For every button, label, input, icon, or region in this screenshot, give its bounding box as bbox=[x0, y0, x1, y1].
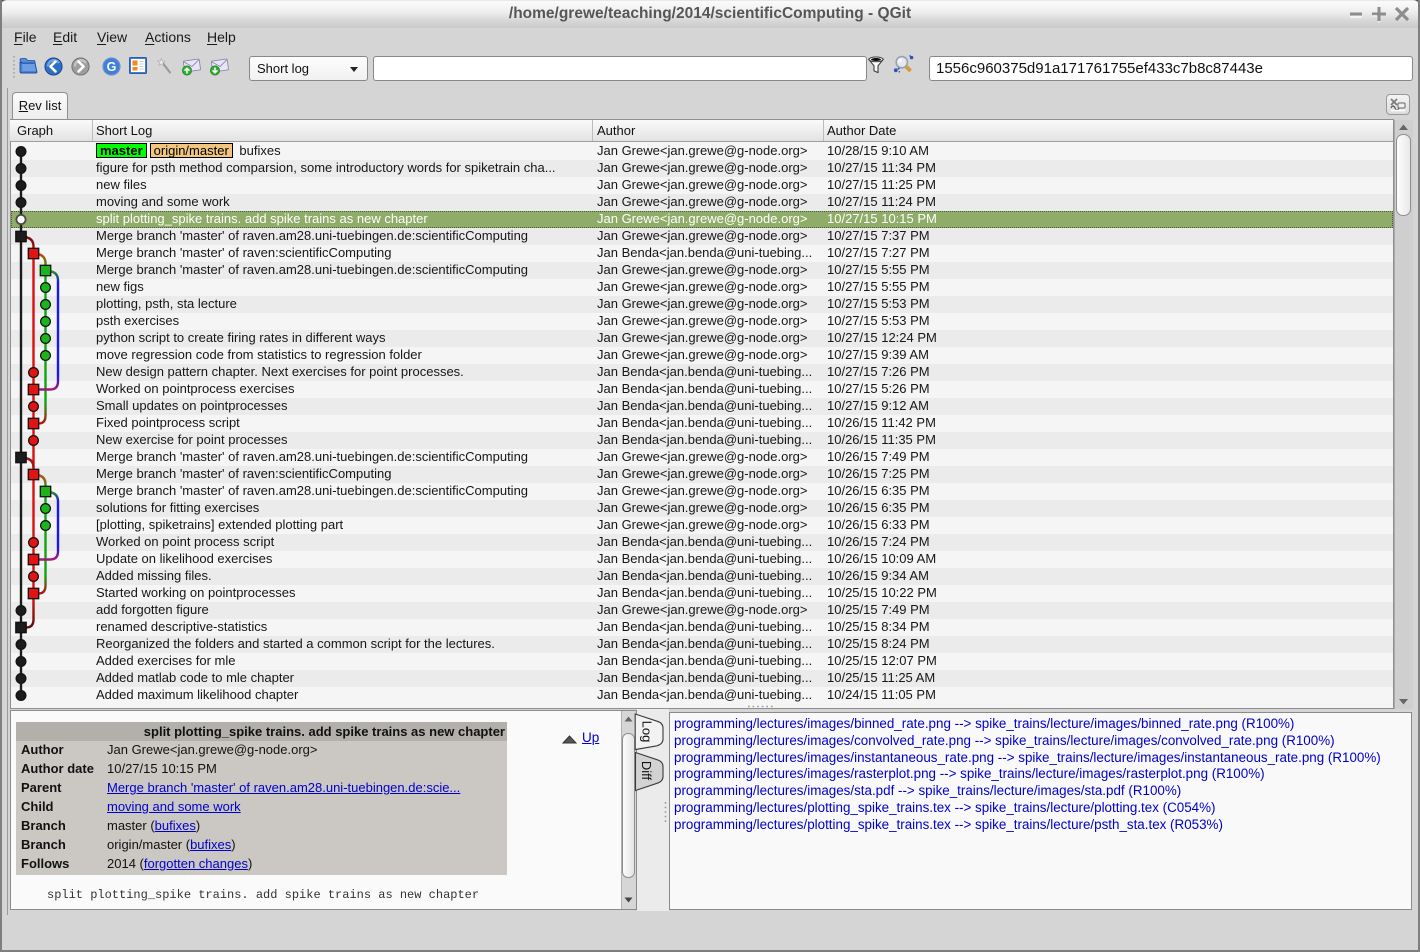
svg-text:G: G bbox=[107, 60, 117, 74]
